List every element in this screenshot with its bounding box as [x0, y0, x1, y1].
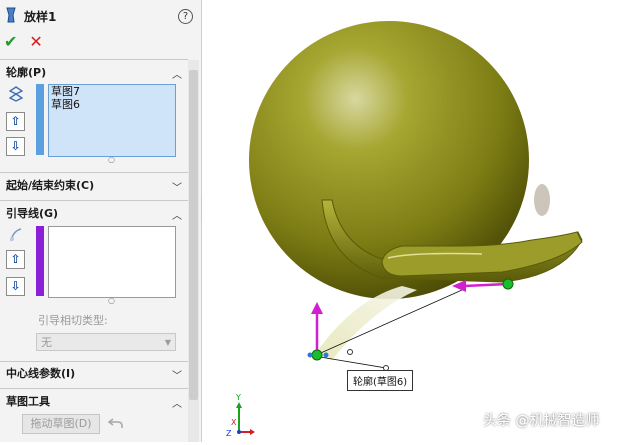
profiles-listbox[interactable]: 草图7 草图6	[48, 84, 176, 157]
sketch-tools-section-header[interactable]: 草图工具	[6, 392, 50, 410]
chevron-down-icon: ▼	[164, 337, 171, 347]
list-item[interactable]: 草图6	[49, 98, 175, 111]
connector-point	[347, 349, 353, 355]
graphics-viewport[interactable]: Y Z X	[202, 0, 640, 442]
guides-header-label: 引导线(G)	[6, 207, 59, 220]
axis-triad: Y Z X	[226, 393, 255, 438]
chevron-down-icon[interactable]: ﹀	[172, 367, 182, 382]
feature-header: 放样1	[4, 6, 56, 26]
chevron-up-icon[interactable]: ︿	[172, 207, 182, 222]
chevron-down-icon[interactable]: ﹀	[172, 179, 182, 194]
list-item[interactable]: 草图7	[49, 85, 175, 98]
help-icon[interactable]: ?	[178, 9, 193, 24]
chevron-up-icon[interactable]: ︿	[172, 66, 182, 81]
axis-y-label: Y	[235, 393, 241, 402]
profile-callout[interactable]: 轮廓(草图6)	[347, 370, 414, 391]
tangency-type-select[interactable]: 无 ▼	[36, 333, 176, 351]
tangency-type-value: 无	[41, 336, 52, 349]
move-up-button[interactable]: ⇧	[6, 112, 25, 131]
profiles-section-header[interactable]: 轮廓(P)	[6, 63, 46, 81]
start-end-section-header[interactable]: 起始/结束约束(C)	[6, 176, 94, 194]
axis-x-label: X	[231, 418, 237, 427]
divider	[0, 361, 188, 362]
move-down-button[interactable]: ⇩	[6, 137, 25, 156]
divider	[0, 200, 188, 201]
guide-color-bar	[36, 226, 44, 296]
guides-section-header[interactable]: 引导线(G)	[6, 204, 58, 222]
centerline-section-header[interactable]: 中心线参数(I)	[6, 364, 75, 382]
profile-selector-icon	[8, 86, 24, 105]
undo-icon[interactable]	[107, 416, 124, 433]
cancel-button[interactable]: ✕	[29, 32, 42, 51]
move-up-button[interactable]: ⇧	[6, 250, 25, 269]
loft-icon	[4, 7, 18, 26]
feature-title: 放样1	[24, 9, 57, 24]
centerline-header-label: 中心线参数(I)	[6, 367, 76, 380]
ok-button[interactable]: ✔	[4, 32, 17, 51]
profile-color-bar	[36, 84, 44, 155]
divider	[0, 59, 188, 60]
profiles-header-label: 轮廓(P)	[6, 66, 47, 79]
property-manager: 放样1 ? ✔ ✕ 轮廓(P) ︿ ⇧ ⇩ 草图7 草图6 ○ 起始/结束约束(…	[0, 0, 202, 442]
start-end-header-label: 起始/结束约束(C)	[6, 179, 95, 192]
watermark: 头条 @机械智造师	[483, 413, 600, 429]
divider	[0, 388, 188, 389]
guides-listbox[interactable]	[48, 226, 176, 298]
move-down-button[interactable]: ⇩	[6, 277, 25, 296]
chevron-up-icon[interactable]: ︿	[172, 395, 182, 410]
loft-preview	[313, 286, 463, 369]
guide-curve-icon	[9, 227, 23, 246]
resize-grip[interactable]: ○	[108, 155, 115, 164]
panel-scrollbar[interactable]	[188, 60, 199, 442]
model-view: Y Z X	[226, 21, 583, 438]
scrollbar-thumb[interactable]	[189, 70, 198, 400]
sketch-tools-header-label: 草图工具	[6, 395, 50, 408]
axis-z-label: Z	[226, 429, 232, 438]
divider	[0, 172, 188, 173]
tangency-type-label: 引导相切类型:	[38, 314, 108, 327]
drag-sketch-button[interactable]: 拖动草图(D)	[22, 414, 100, 434]
resize-grip[interactable]: ○	[108, 296, 115, 305]
